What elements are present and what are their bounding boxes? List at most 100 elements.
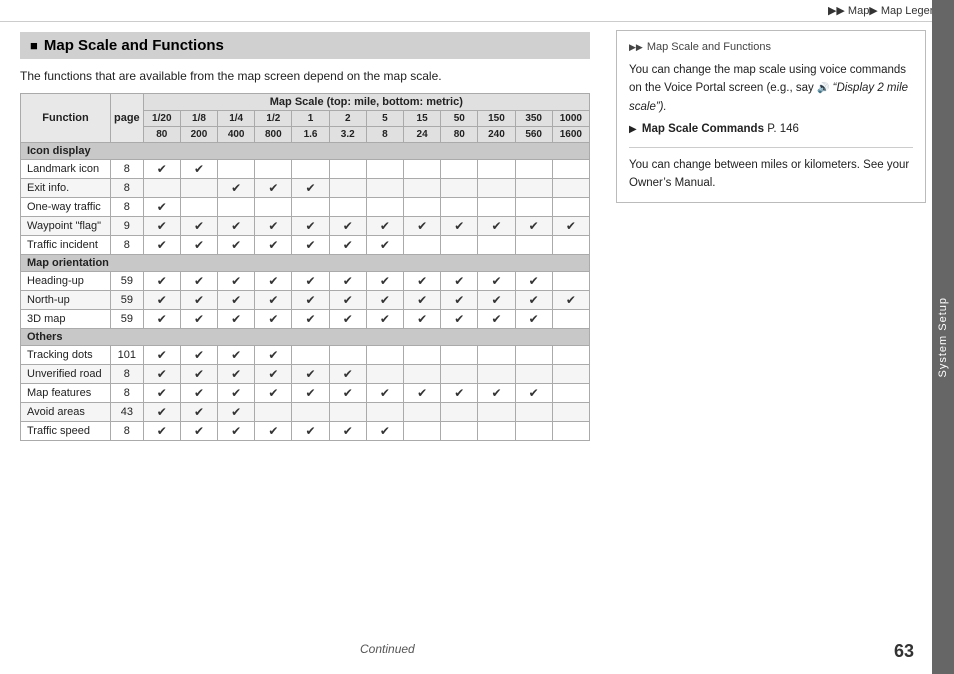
check-cell: ✔ [552, 291, 589, 310]
scale-col-header2: 80 [441, 127, 478, 143]
scale-col-header2: 1600 [552, 127, 589, 143]
checkmark-icon: ✔ [157, 386, 167, 400]
checkmark-icon: ✔ [454, 386, 464, 400]
check-cell [366, 346, 403, 365]
scale-col-header2: 240 [478, 127, 515, 143]
checkmark-icon: ✔ [268, 219, 278, 233]
checkmark-icon: ✔ [306, 181, 316, 195]
check-cell [552, 384, 589, 403]
table-row: Unverified road8✔✔✔✔✔✔ [21, 365, 590, 384]
check-cell: ✔ [404, 272, 441, 291]
checkmark-icon: ✔ [529, 219, 539, 233]
section-header-row: Map orientation [21, 255, 590, 272]
check-cell: ✔ [218, 217, 255, 236]
check-cell [478, 403, 515, 422]
check-cell [552, 403, 589, 422]
checkmark-icon: ✔ [194, 162, 204, 176]
check-cell: ✔ [143, 291, 180, 310]
check-cell: ✔ [143, 236, 180, 255]
check-cell: ✔ [478, 272, 515, 291]
check-cell [441, 179, 478, 198]
scale-col-header: 1000 [552, 111, 589, 127]
check-cell: ✔ [441, 272, 478, 291]
checkmark-icon: ✔ [194, 238, 204, 252]
scale-col-header: 1/20 [143, 111, 180, 127]
checkmark-icon: ✔ [157, 274, 167, 288]
check-cell: ✔ [329, 384, 366, 403]
check-cell: ✔ [366, 422, 403, 441]
table-row: Waypoint "flag"9✔✔✔✔✔✔✔✔✔✔✔✔ [21, 217, 590, 236]
check-cell [218, 160, 255, 179]
checkmark-icon: ✔ [417, 312, 427, 326]
checkmark-icon: ✔ [491, 274, 501, 288]
check-cell [404, 403, 441, 422]
checkmark-icon: ✔ [194, 293, 204, 307]
check-cell [478, 346, 515, 365]
check-cell [180, 179, 217, 198]
check-cell [552, 272, 589, 291]
checkmark-icon: ✔ [306, 386, 316, 400]
check-cell [404, 198, 441, 217]
checkmark-icon: ✔ [231, 238, 241, 252]
checkmark-icon: ✔ [268, 274, 278, 288]
checkmark-icon: ✔ [306, 424, 316, 438]
check-cell [329, 403, 366, 422]
checkmark-icon: ✔ [529, 312, 539, 326]
check-cell: ✔ [329, 291, 366, 310]
check-cell: ✔ [292, 422, 329, 441]
check-cell [441, 160, 478, 179]
check-cell: ✔ [255, 179, 292, 198]
checkmark-icon: ✔ [231, 293, 241, 307]
checkmark-icon: ✔ [306, 238, 316, 252]
checkmark-icon: ✔ [231, 405, 241, 419]
checkmark-icon: ✔ [231, 386, 241, 400]
check-cell [404, 179, 441, 198]
checkmark-icon: ✔ [454, 219, 464, 233]
checkmark-icon: ✔ [194, 386, 204, 400]
checkmark-icon: ✔ [380, 238, 390, 252]
function-cell: One-way traffic [21, 198, 111, 217]
check-cell [366, 403, 403, 422]
check-cell: ✔ [143, 160, 180, 179]
check-cell [441, 236, 478, 255]
check-cell: ✔ [218, 384, 255, 403]
check-cell: ✔ [515, 384, 552, 403]
right-panel-para1: You can change the map scale using voice… [629, 61, 913, 116]
checkmark-icon: ✔ [380, 312, 390, 326]
checkmark-icon: ✔ [343, 367, 353, 381]
page-cell: 8 [111, 160, 144, 179]
check-cell [478, 422, 515, 441]
checkmark-icon: ✔ [268, 312, 278, 326]
check-cell: ✔ [366, 236, 403, 255]
check-cell [292, 198, 329, 217]
scale-header: Map Scale (top: mile, bottom: metric) [143, 94, 589, 111]
check-cell [292, 403, 329, 422]
check-cell: ✔ [143, 384, 180, 403]
scale-col-header: 1 [292, 111, 329, 127]
check-cell: ✔ [143, 403, 180, 422]
right-panel: Map Scale and Functions You can change t… [616, 30, 926, 203]
check-cell [255, 403, 292, 422]
check-cell: ✔ [441, 217, 478, 236]
col-function-header: Function [21, 94, 111, 143]
checkmark-icon: ✔ [157, 348, 167, 362]
checkmark-icon: ✔ [491, 312, 501, 326]
checkmark-icon: ✔ [157, 293, 167, 307]
checkmark-icon: ✔ [566, 293, 576, 307]
checkmark-icon: ✔ [157, 312, 167, 326]
page-cell: 8 [111, 198, 144, 217]
check-cell: ✔ [218, 346, 255, 365]
checkmark-icon: ✔ [231, 181, 241, 195]
checkmark-icon: ✔ [491, 293, 501, 307]
check-cell: ✔ [180, 160, 217, 179]
checkmark-icon: ✔ [343, 219, 353, 233]
function-cell: Tracking dots [21, 346, 111, 365]
page-cell: 59 [111, 272, 144, 291]
check-cell [404, 160, 441, 179]
scale-col-header: 1/4 [218, 111, 255, 127]
check-cell: ✔ [515, 217, 552, 236]
checkmark-icon: ✔ [194, 405, 204, 419]
sidebar-label: System Setup [937, 297, 949, 377]
check-cell [255, 198, 292, 217]
check-cell [515, 179, 552, 198]
